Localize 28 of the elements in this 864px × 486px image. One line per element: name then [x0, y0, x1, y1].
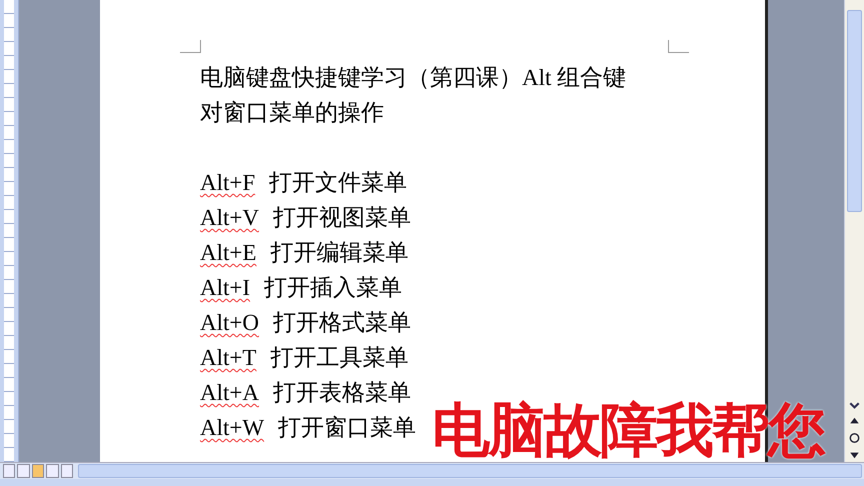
margin-corner-mark: [180, 40, 201, 53]
shortcut-description: 打开窗口菜单: [278, 414, 416, 442]
shortcut-description: 打开表格菜单: [272, 379, 411, 407]
browse-object-icon[interactable]: [847, 431, 862, 445]
print-view-icon[interactable]: [32, 464, 44, 478]
horizontal-scrollbar[interactable]: [78, 464, 862, 478]
reading-view-icon[interactable]: [60, 464, 74, 478]
shortcut-description: 打开文件菜单: [269, 169, 408, 197]
shortcut-key: Alt+A: [200, 375, 259, 410]
shortcut-key: Alt+V: [200, 200, 259, 235]
margin-corner-mark: [668, 40, 689, 53]
outline-view-icon[interactable]: [46, 464, 59, 478]
shortcut-key: Alt+W: [200, 410, 264, 445]
shortcut-description: 打开视图菜单: [272, 204, 411, 232]
shortcut-description: 打开格式菜单: [272, 309, 411, 337]
shortcut-key: Alt+E: [200, 235, 256, 270]
document-title: 对窗口菜单的操作: [200, 99, 385, 127]
normal-view-icon[interactable]: [3, 464, 16, 478]
shortcut-key: Alt+I: [200, 270, 250, 305]
web-view-icon[interactable]: [17, 464, 30, 478]
vertical-scrollbar[interactable]: [844, 0, 864, 462]
document-title: 电脑键盘快捷键学习（第四课）Alt 组合键: [200, 64, 628, 92]
shortcut-key: Alt+O: [200, 305, 259, 340]
shortcut-description: 打开插入菜单: [264, 274, 402, 302]
shortcut-key: Alt+T: [200, 340, 256, 375]
shortcut-key: Alt+F: [200, 165, 256, 200]
shortcut-description: 打开工具菜单: [270, 344, 408, 372]
shortcut-description: 打开编辑菜单: [270, 239, 408, 267]
